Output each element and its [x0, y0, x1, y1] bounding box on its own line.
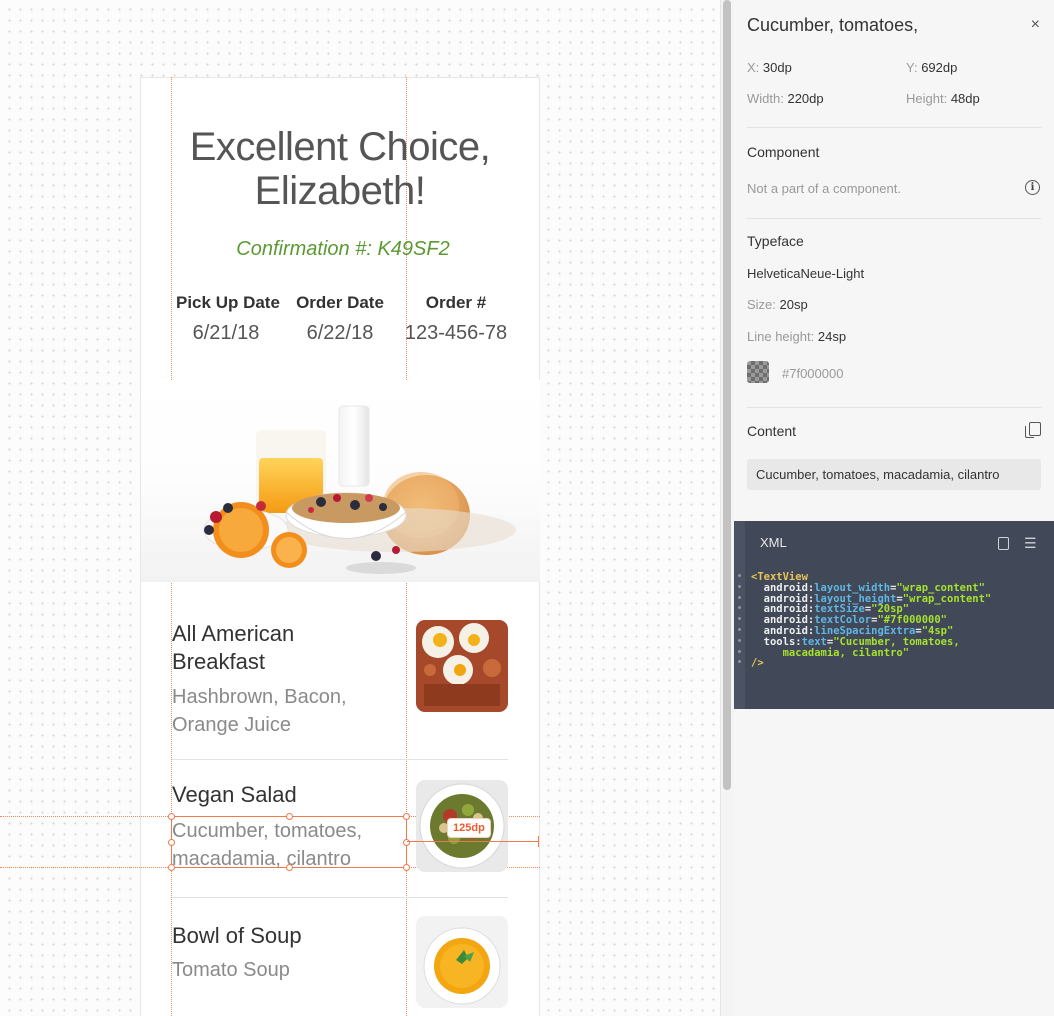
order-date-value: 6/22/18	[306, 322, 374, 344]
section-divider	[747, 127, 1041, 128]
pickup-date-value: 6/21/18	[192, 322, 260, 344]
design-canvas[interactable]: Excellent Choice, Elizabeth! Confirmatio…	[0, 0, 720, 1016]
item-title-line: All American	[172, 621, 295, 646]
measure-tick	[538, 836, 539, 847]
xml-line-markers	[738, 574, 741, 671]
measure-line	[407, 841, 539, 842]
pickup-date-label: Pick Up Date	[176, 293, 280, 312]
pickup-date-column[interactable]: Pick Up Date 6/21/18	[176, 293, 280, 345]
soup-thumbnail[interactable]	[416, 916, 508, 1008]
order-number-label: Order #	[425, 293, 487, 312]
xml-code-panel: XML ☰ <TextView android:layout_width="wr…	[734, 521, 1054, 709]
color-swatch[interactable]	[747, 361, 769, 383]
order-date-label: Order Date	[296, 293, 384, 312]
height-value: 48dp	[950, 91, 980, 106]
section-divider	[747, 218, 1041, 219]
height-label: Height:	[906, 91, 948, 106]
line-height-label: Line height:	[747, 329, 815, 344]
resize-handle[interactable]	[403, 813, 410, 820]
item-description-line: Hashbrown, Bacon,	[172, 686, 347, 708]
item-description-line: Orange Juice	[172, 714, 291, 736]
size-value: 20sp	[779, 297, 808, 312]
width-label: Width:	[747, 91, 784, 106]
width-value: 220dp	[787, 91, 824, 106]
xml-title: XML	[760, 535, 787, 550]
copy-icon[interactable]	[998, 537, 1009, 550]
close-icon[interactable]: ×	[1031, 16, 1040, 34]
height-size: Height: 48dp	[906, 91, 980, 106]
info-icon[interactable]: i	[1025, 180, 1040, 195]
section-divider	[747, 407, 1041, 408]
headline-line: Elizabeth!	[254, 169, 426, 213]
x-label: X:	[747, 60, 760, 75]
resize-handle[interactable]	[168, 813, 175, 820]
order-number-value: 123-456-78	[404, 322, 508, 344]
xml-line: />	[751, 657, 764, 670]
resize-handle[interactable]	[168, 864, 175, 871]
xml-code[interactable]: <TextView android:layout_width="wrap_con…	[751, 572, 991, 669]
order-number-column[interactable]: Order # 123-456-78	[400, 293, 512, 345]
y-value: 692dp	[921, 60, 958, 75]
inspector-title: Cucumber, tomatoes,	[747, 15, 919, 35]
color-value[interactable]: #7f000000	[782, 366, 843, 381]
component-text: Not a part of a component.	[747, 181, 901, 196]
copy-icon[interactable]	[1025, 422, 1041, 438]
typeface-heading: Typeface	[747, 233, 804, 249]
content-value-field[interactable]: Cucumber, tomatoes, macadamia, cilantro	[747, 459, 1041, 490]
item-title-line: Bowl of Soup	[172, 923, 302, 948]
canvas-scrollbar-thumb[interactable]	[723, 0, 731, 790]
x-value: 30dp	[762, 60, 792, 75]
item-title-line: Breakfast	[172, 649, 265, 674]
line-height-value: 24sp	[817, 329, 847, 344]
order-date-column[interactable]: Order Date 6/22/18	[295, 293, 385, 345]
item-description-line: Tomato Soup	[172, 959, 290, 981]
inspector-panel: Cucumber, tomatoes, × X: 30dp Y: 692dp W…	[734, 0, 1054, 1016]
item-title[interactable]: Bowl of Soup	[172, 922, 302, 950]
item-title[interactable]: All American Breakfast	[172, 620, 294, 676]
item-divider	[172, 897, 508, 898]
width-size: Width: 220dp	[747, 91, 824, 106]
content-heading: Content	[747, 423, 797, 439]
resize-handle[interactable]	[286, 864, 293, 871]
resize-handle[interactable]	[286, 813, 293, 820]
headline-line: Excellent Choice,	[189, 125, 491, 169]
settings-sliders-icon[interactable]: ☰	[1024, 535, 1037, 552]
item-title-line: Vegan Salad	[172, 782, 297, 807]
hero-breakfast-image[interactable]	[141, 380, 540, 582]
x-position: X: 30dp	[747, 60, 792, 75]
item-divider	[172, 759, 508, 760]
measure-badge: 125dp	[448, 819, 490, 837]
item-description[interactable]: Tomato Soup	[172, 956, 290, 984]
y-position: Y: 692dp	[906, 60, 957, 75]
confirmation-number[interactable]: Confirmation #: K49SF2	[170, 238, 516, 261]
line-height: Line height: 24sp	[747, 329, 846, 344]
xml-line: macadamia, cilantro"	[751, 646, 910, 659]
resize-handle[interactable]	[168, 839, 175, 846]
resize-handle[interactable]	[403, 864, 410, 871]
item-description[interactable]: Hashbrown, Bacon, Orange Juice	[172, 683, 347, 739]
size-label: Size:	[747, 297, 776, 312]
selection-box[interactable]	[171, 816, 407, 868]
item-title[interactable]: Vegan Salad	[172, 781, 297, 809]
typeface-name: HelveticaNeue-Light	[747, 266, 865, 281]
headline[interactable]: Excellent Choice, Elizabeth!	[170, 125, 510, 213]
y-label: Y:	[906, 60, 918, 75]
breakfast-thumbnail[interactable]	[416, 620, 508, 712]
component-heading: Component	[747, 144, 820, 160]
font-size: Size: 20sp	[747, 297, 808, 312]
